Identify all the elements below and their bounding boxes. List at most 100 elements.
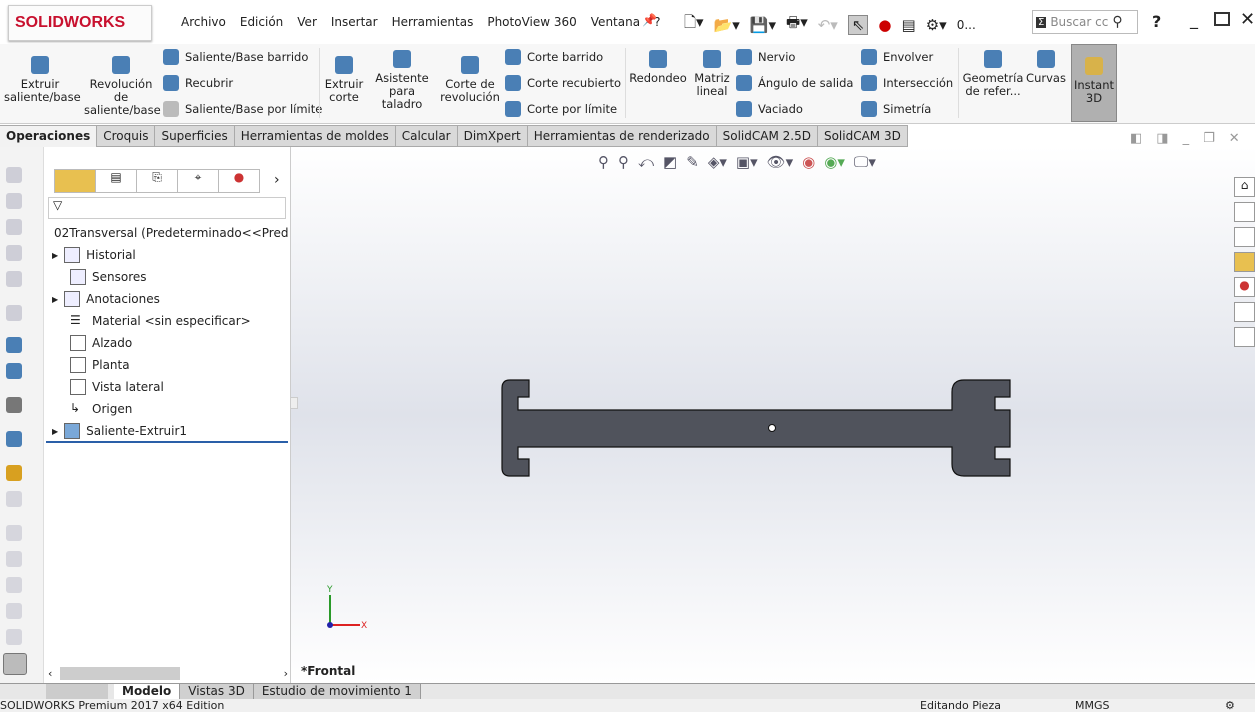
menu-photoview[interactable]: PhotoView 360 [487, 15, 576, 29]
instant3d-toggle-icon[interactable] [3, 653, 27, 675]
edit-appearance-icon[interactable]: ◉ [802, 153, 815, 171]
instant3d-button[interactable]: Instant 3D [1071, 44, 1117, 122]
doc-restore-icon[interactable]: ❐ [1203, 131, 1215, 146]
tool-icon[interactable] [6, 491, 22, 507]
tool-icon[interactable] [6, 193, 22, 209]
wrap-button[interactable]: Envolver [861, 49, 933, 65]
zoom-area-icon[interactable]: ⚲ [618, 153, 629, 171]
print-icon[interactable]: 🖶▾ [786, 12, 808, 37]
options-icon[interactable]: ⚙▾ [926, 16, 947, 34]
tab-solidcam-25d[interactable]: SolidCAM 2.5D [716, 125, 818, 147]
tab-dimxpert[interactable]: DimXpert [457, 125, 528, 147]
lofted-cut-button[interactable]: Corte recubierto [505, 75, 621, 91]
menu-ver[interactable]: Ver [297, 15, 317, 29]
expand-arrow-icon[interactable]: ▶ [52, 427, 58, 436]
tool-icon[interactable] [6, 337, 22, 353]
help-button[interactable]: ? [1152, 12, 1161, 31]
rebuild-icon[interactable]: ● [878, 16, 891, 34]
extrude-cut-button[interactable]: Extruir corte [322, 56, 366, 104]
tab-vistas-3d[interactable]: Vistas 3D [180, 684, 254, 699]
tool-icon[interactable] [6, 629, 22, 645]
tree-item-planta[interactable]: Planta [70, 357, 130, 373]
view-settings-icon[interactable]: 🖵▾ [854, 153, 876, 171]
search-input[interactable]: Σ Buscar cc ⚲ [1032, 10, 1138, 34]
custom-properties-icon[interactable] [1234, 302, 1255, 322]
linear-pattern-button[interactable]: Matriz lineal [692, 50, 732, 98]
expand-arrow-icon[interactable]: ▶ [52, 251, 58, 260]
view-palette-icon[interactable] [1234, 252, 1255, 272]
tab-estudio-movimiento[interactable]: Estudio de movimiento 1 [253, 684, 421, 699]
tool-icon[interactable] [6, 525, 22, 541]
doc-close-icon[interactable]: ✕ [1229, 131, 1240, 146]
tree-item-alzado[interactable]: Alzado [70, 335, 132, 351]
reference-geometry-button[interactable]: Geometría de refer... [962, 50, 1024, 98]
units-selector[interactable]: MMGS [1075, 699, 1110, 713]
file-properties-icon[interactable]: ▤ [902, 16, 916, 34]
minimize-button[interactable]: _ [1190, 10, 1198, 29]
menu-ventana[interactable]: Ventana [591, 15, 640, 29]
revolve-cut-button[interactable]: Corte de revolución [440, 56, 500, 104]
tree-item-vista-lateral[interactable]: Vista lateral [70, 379, 164, 395]
forum-icon[interactable] [1234, 327, 1255, 347]
solidworks-logo[interactable]: SOLIDWORKS [8, 5, 152, 41]
fillet-button[interactable]: Redondeo [628, 50, 688, 85]
swept-cut-button[interactable]: Corte barrido [505, 49, 603, 65]
graphics-viewport[interactable]: ⚲ ⚲ ⤺ ◩ ✎ ◈▾ ▣▾ 👁▾ ◉ ◉▾ 🖵▾ ⌂ ● *Frontal [290, 147, 1255, 683]
tool-icon[interactable] [6, 603, 22, 619]
panel-expand-icon[interactable]: › [274, 172, 280, 188]
tree-item-sensores[interactable]: Sensores [70, 269, 147, 285]
zoom-to-fit-icon[interactable]: ⚲ [598, 153, 609, 171]
shell-button[interactable]: Vaciado [736, 101, 803, 117]
options-overflow[interactable]: 0... [957, 18, 976, 32]
boundary-boss-button[interactable]: Saliente/Base por límite [163, 101, 322, 117]
section-view-icon[interactable]: ◩ [663, 153, 677, 171]
undo-icon[interactable]: ↶▾ [818, 16, 838, 34]
revolve-boss-button[interactable]: Revolución de saliente/base [84, 56, 161, 117]
property-manager-tab-icon[interactable]: ▤ [96, 170, 137, 192]
hole-wizard-button[interactable]: Asistente para taladro [368, 50, 436, 111]
dimxpert-tab-icon[interactable]: ⌖ [178, 170, 219, 192]
select-icon[interactable]: ⇖ [847, 14, 869, 35]
dynamic-annotation-icon[interactable]: ✎ [686, 153, 699, 171]
hide-show-icon[interactable]: 👁▾ [767, 153, 794, 171]
file-explorer-icon[interactable] [1234, 227, 1255, 247]
tool-icon[interactable] [6, 363, 22, 379]
tree-root[interactable]: 02Transversal (Predeterminado<<Predeterm… [48, 225, 288, 241]
swept-boss-button[interactable]: Saliente/Base barrido [163, 49, 308, 65]
menu-herramientas[interactable]: Herramientas [392, 15, 474, 29]
tab-superficies[interactable]: Superficies [155, 125, 235, 147]
expand-arrow-icon[interactable]: ▶ [52, 295, 58, 304]
tree-item-origen[interactable]: ↳ Origen [70, 401, 132, 417]
design-library-icon[interactable] [1234, 202, 1255, 222]
rib-button[interactable]: Nervio [736, 49, 795, 65]
tool-icon[interactable] [6, 167, 22, 183]
menu-archivo[interactable]: Archivo [181, 15, 226, 29]
tool-icon[interactable] [6, 577, 22, 593]
filter-input[interactable]: ▽ [48, 197, 286, 219]
rebuild-status-icon[interactable]: ⚙ [1225, 699, 1235, 713]
horizontal-scrollbar[interactable]: ‹ › [48, 666, 288, 681]
rollback-bar[interactable] [46, 441, 288, 443]
configuration-manager-tab-icon[interactable]: ⎘ [137, 170, 178, 192]
previous-view-icon[interactable]: ⤺ [638, 153, 654, 171]
tool-icon[interactable] [6, 219, 22, 235]
tool-icon[interactable] [6, 271, 22, 287]
tool-icon[interactable] [6, 465, 22, 481]
menu-insertar[interactable]: Insertar [331, 15, 378, 29]
save-icon[interactable]: 💾▾ [750, 16, 776, 34]
tab-scroll-buttons[interactable] [46, 684, 108, 699]
doc-minimize-icon[interactable]: _ [1183, 131, 1190, 146]
display-style-icon[interactable]: ▣▾ [736, 153, 758, 171]
feature-manager-tab-icon[interactable] [55, 170, 96, 192]
boundary-cut-button[interactable]: Corte por límite [505, 101, 617, 117]
tree-item-historial[interactable]: ▶ Historial [52, 247, 136, 263]
display-manager-tab-icon[interactable]: ● [219, 170, 259, 192]
extrude-boss-button[interactable]: Extruir saliente/base [4, 56, 81, 104]
tree-item-anotaciones[interactable]: ▶ Anotaciones [52, 291, 160, 307]
tab-moldes[interactable]: Herramientas de moldes [234, 125, 396, 147]
prev-window-icon[interactable]: ◧ [1130, 131, 1142, 146]
tool-icon[interactable] [6, 551, 22, 567]
draft-button[interactable]: Ángulo de salida [736, 75, 853, 91]
tab-solidcam-3d[interactable]: SolidCAM 3D [817, 125, 908, 147]
close-button[interactable]: ✕ [1240, 9, 1255, 30]
